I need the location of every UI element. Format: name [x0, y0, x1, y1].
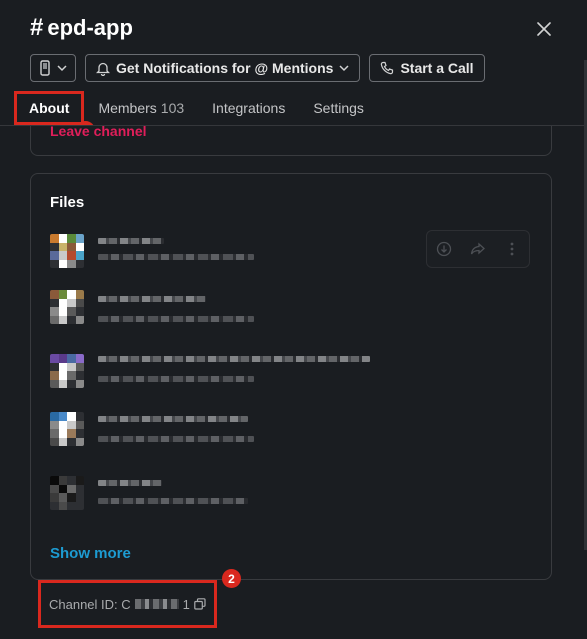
file-meta-redacted [98, 436, 254, 442]
close-icon [537, 22, 551, 36]
more-actions-icon[interactable] [500, 237, 524, 261]
hash-icon: # [30, 14, 44, 41]
tab-about-label: About [29, 100, 70, 116]
tab-members[interactable]: Members 103 [84, 92, 198, 124]
start-call-label: Start a Call [400, 60, 474, 76]
channel-id-suffix: 1 [182, 596, 190, 612]
tab-integrations[interactable]: Integrations [198, 92, 299, 124]
file-thumbnail [50, 476, 84, 510]
files-title: Files [50, 194, 85, 211]
chevron-down-icon [57, 65, 67, 72]
file-name-redacted [98, 296, 206, 302]
share-icon[interactable] [466, 237, 490, 261]
download-icon[interactable] [432, 237, 456, 261]
file-item[interactable] [50, 230, 540, 274]
show-more-link[interactable]: Show more [50, 545, 131, 562]
chevron-down-icon [339, 65, 349, 72]
about-panel: Leave channel Files Show more Channel ID… [0, 126, 587, 639]
channel-name: epd-app [47, 15, 133, 40]
file-meta-redacted [98, 316, 254, 322]
file-meta-redacted [98, 254, 254, 260]
start-call-button[interactable]: Start a Call [369, 54, 485, 82]
file-thumbnail [50, 234, 84, 268]
tab-settings[interactable]: Settings [299, 92, 378, 124]
file-thumbnail [50, 412, 84, 446]
file-meta-redacted [98, 376, 254, 382]
channel-toolbar: Get Notifications for @ Mentions Start a… [30, 54, 485, 82]
file-name-redacted [98, 356, 370, 362]
file-item[interactable] [50, 476, 540, 516]
bell-icon [96, 62, 110, 76]
file-meta-redacted [98, 498, 248, 504]
channel-id-label: Channel ID: C [49, 596, 131, 612]
tab-settings-label: Settings [313, 100, 364, 116]
members-count: 103 [160, 100, 185, 116]
leave-channel-link[interactable]: Leave channel [50, 126, 147, 139]
close-button[interactable] [533, 18, 555, 40]
file-name-redacted [98, 238, 164, 244]
notifications-label: Get Notifications for @ Mentions [116, 60, 334, 76]
channel-id-redacted [134, 599, 179, 609]
about-card: Leave channel [30, 126, 552, 156]
file-item[interactable] [50, 412, 540, 452]
tab-members-label: Members [98, 100, 157, 116]
annotation-marker-2: 2 [222, 569, 241, 588]
channel-id: Channel ID: C 1 [38, 580, 217, 628]
file-name-redacted [98, 416, 248, 422]
tab-bar: About Members 103 Integrations Settings [14, 91, 378, 125]
notifications-button[interactable]: Get Notifications for @ Mentions [85, 54, 361, 82]
file-item[interactable] [50, 354, 540, 394]
files-section: Files Show more [30, 173, 552, 580]
phone-call-icon [381, 61, 394, 75]
channel-details-modal: # epd-app Get Notifications for @ Mentio… [0, 0, 587, 639]
channel-title: # epd-app [30, 14, 133, 42]
file-item[interactable] [50, 290, 540, 330]
file-thumbnail [50, 354, 84, 388]
tab-about[interactable]: About [14, 91, 85, 125]
file-row-actions [426, 230, 530, 268]
channel-type-dropdown[interactable] [30, 54, 76, 82]
file-name-redacted [98, 480, 162, 486]
copy-icon[interactable] [194, 598, 206, 610]
phone-icon [40, 60, 50, 76]
file-thumbnail [50, 290, 84, 324]
tab-integrations-label: Integrations [212, 100, 286, 116]
